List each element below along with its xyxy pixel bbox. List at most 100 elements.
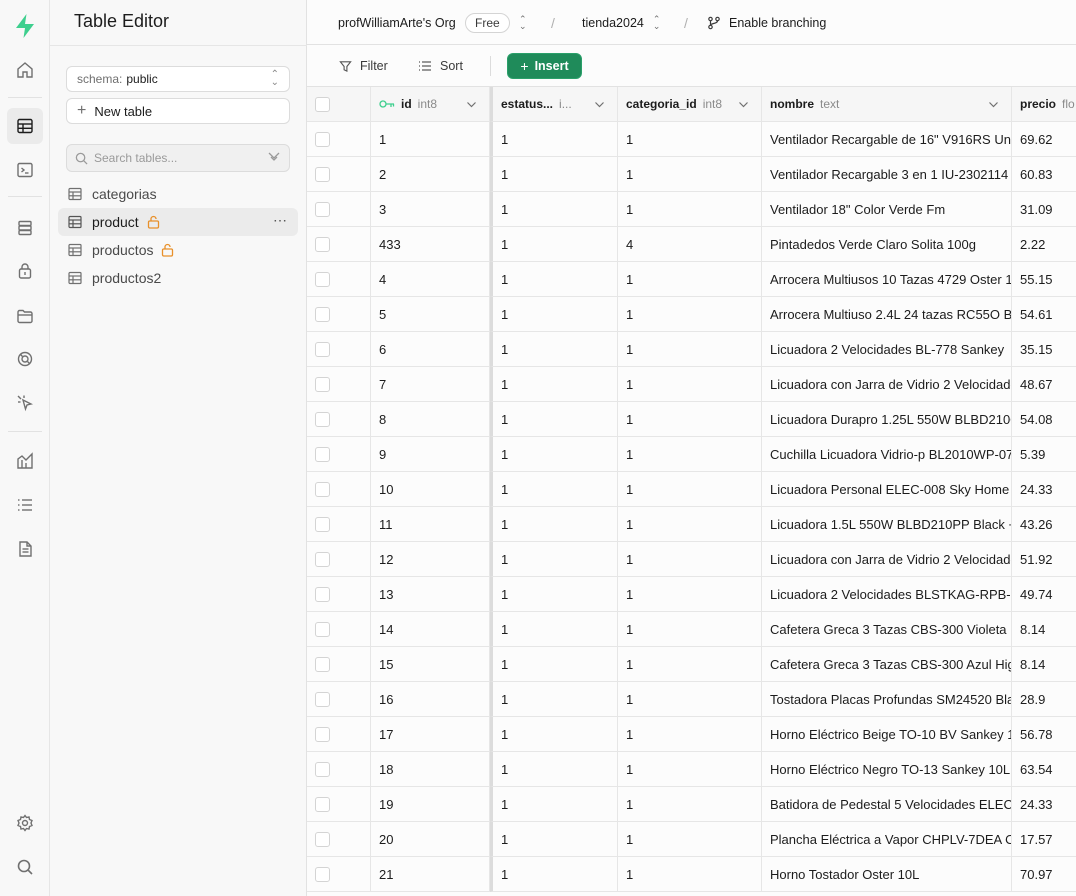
- filter-icon[interactable]: [267, 150, 281, 164]
- cell-id[interactable]: 2: [371, 157, 490, 192]
- cell-estatus[interactable]: 1: [490, 332, 618, 367]
- row-checkbox[interactable]: [315, 446, 330, 462]
- cell-id[interactable]: 20: [371, 822, 490, 857]
- cell-nombre[interactable]: Arrocera Multiuso 2.4L 24 tazas RC55O Bl…: [762, 297, 1012, 332]
- cell-id[interactable]: 3: [371, 192, 490, 227]
- cell-categoria-id[interactable]: 1: [618, 402, 762, 437]
- cell-nombre[interactable]: Tostadora Placas Profundas SM24520 Black: [762, 682, 1012, 717]
- column-header-precio[interactable]: precio flo: [1012, 87, 1076, 122]
- table-row[interactable]: 18 1 1 Horno Eléctrico Negro TO-13 Sankey 1…: [307, 752, 1076, 787]
- table-row[interactable]: 433 1 4 Pintadedos Verde Claro Solita 100g 2…: [307, 227, 1076, 262]
- cell-precio[interactable]: 28.9: [1012, 682, 1076, 717]
- row-checkbox[interactable]: [315, 236, 330, 252]
- more-options-icon[interactable]: ⋯: [273, 212, 288, 229]
- table-row[interactable]: 20 1 1 Plancha Eléctrica a Vapor CHPLV-7DEA…: [307, 822, 1076, 857]
- cell-categoria-id[interactable]: 1: [618, 297, 762, 332]
- cell-nombre[interactable]: Licuadora 1.5L 550W BLBD210PP Black + De…: [762, 507, 1012, 542]
- cell-precio[interactable]: 48.67: [1012, 367, 1076, 402]
- table-row[interactable]: 16 1 1 Tostadora Placas Profundas SM24520 B…: [307, 682, 1076, 717]
- cell-nombre[interactable]: Licuadora 2 Velocidades BLSTKAG-RPB-013: [762, 577, 1012, 612]
- table-row[interactable]: 2 1 1 Ventilador Recargable 3 en 1 IU-23021…: [307, 157, 1076, 192]
- table-row[interactable]: 4 1 1 Arrocera Multiusos 10 Tazas 4729 Oste…: [307, 262, 1076, 297]
- cell-nombre[interactable]: Pintadedos Verde Claro Solita 100g: [762, 227, 1012, 262]
- cell-estatus[interactable]: 1: [490, 437, 618, 472]
- table-row[interactable]: 19 1 1 Batidora de Pedestal 5 Velocidades E…: [307, 787, 1076, 822]
- table-row[interactable]: 1 1 1 Ventilador Recargable de 16" V916RS U…: [307, 122, 1076, 157]
- cell-id[interactable]: 8: [371, 402, 490, 437]
- cell-categoria-id[interactable]: 1: [618, 472, 762, 507]
- row-checkbox[interactable]: [315, 656, 330, 672]
- table-row[interactable]: 11 1 1 Licuadora 1.5L 550W BLBD210PP Black …: [307, 507, 1076, 542]
- cell-categoria-id[interactable]: 1: [618, 332, 762, 367]
- cell-id[interactable]: 17: [371, 717, 490, 752]
- search-icon[interactable]: [7, 849, 43, 885]
- cell-estatus[interactable]: 1: [490, 297, 618, 332]
- database-icon[interactable]: [7, 210, 43, 246]
- row-checkbox[interactable]: [315, 586, 330, 602]
- table-row[interactable]: 15 1 1 Cafetera Greca 3 Tazas CBS-300 Azul …: [307, 647, 1076, 682]
- row-checkbox[interactable]: [315, 726, 330, 742]
- org-switcher[interactable]: ⌃ ⌄: [519, 0, 527, 45]
- cell-precio[interactable]: 8.14: [1012, 647, 1076, 682]
- cell-id[interactable]: 21: [371, 857, 490, 892]
- sort-button[interactable]: Sort: [418, 53, 463, 79]
- cell-estatus[interactable]: 1: [490, 857, 618, 892]
- cell-nombre[interactable]: Cafetera Greca 3 Tazas CBS-300 Azul High…: [762, 647, 1012, 682]
- project-selector[interactable]: tienda2024 ⌃ ⌄: [582, 0, 660, 45]
- table-row[interactable]: 7 1 1 Licuadora con Jarra de Vidrio 2 Veloc…: [307, 367, 1076, 402]
- cell-id[interactable]: 5: [371, 297, 490, 332]
- row-checkbox[interactable]: [315, 516, 330, 532]
- row-checkbox[interactable]: [315, 166, 330, 182]
- cell-precio[interactable]: 54.08: [1012, 402, 1076, 437]
- cell-categoria-id[interactable]: 1: [618, 752, 762, 787]
- cell-id[interactable]: 15: [371, 647, 490, 682]
- table-item-productos[interactable]: productos: [58, 236, 298, 264]
- cell-precio[interactable]: 17.57: [1012, 822, 1076, 857]
- row-checkbox[interactable]: [315, 306, 330, 322]
- cell-categoria-id[interactable]: 4: [618, 227, 762, 262]
- cell-nombre[interactable]: Licuadora con Jarra de Vidrio 2 Velocida…: [762, 367, 1012, 402]
- cell-precio[interactable]: 24.33: [1012, 787, 1076, 822]
- cell-precio[interactable]: 8.14: [1012, 612, 1076, 647]
- cell-estatus[interactable]: 1: [490, 122, 618, 157]
- column-header-estatus[interactable]: estatus... i...: [490, 87, 618, 122]
- table-item-categorias[interactable]: categorias: [58, 180, 298, 208]
- cell-estatus[interactable]: 1: [490, 577, 618, 612]
- row-checkbox[interactable]: [315, 131, 330, 147]
- row-checkbox[interactable]: [315, 376, 330, 392]
- table-editor-icon[interactable]: [7, 108, 43, 144]
- cell-precio[interactable]: 60.83: [1012, 157, 1076, 192]
- cell-categoria-id[interactable]: 1: [618, 157, 762, 192]
- cell-estatus[interactable]: 1: [490, 542, 618, 577]
- cell-id[interactable]: 18: [371, 752, 490, 787]
- supabase-logo-icon[interactable]: [7, 8, 43, 44]
- cell-precio[interactable]: 54.61: [1012, 297, 1076, 332]
- org-selector[interactable]: profWilliamArte's Org: [338, 0, 456, 45]
- cell-precio[interactable]: 43.26: [1012, 507, 1076, 542]
- cell-categoria-id[interactable]: 1: [618, 822, 762, 857]
- reports-icon[interactable]: [7, 443, 43, 479]
- cell-precio[interactable]: 55.15: [1012, 262, 1076, 297]
- cell-estatus[interactable]: 1: [490, 682, 618, 717]
- cell-nombre[interactable]: Cuchilla Licuadora Vidrio-p BL2010WP-07: [762, 437, 1012, 472]
- row-checkbox[interactable]: [315, 691, 330, 707]
- row-checkbox[interactable]: [315, 341, 330, 357]
- cell-nombre[interactable]: Cafetera Greca 3 Tazas CBS-300 Violeta H…: [762, 612, 1012, 647]
- cell-precio[interactable]: 70.97: [1012, 857, 1076, 892]
- cell-estatus[interactable]: 1: [490, 612, 618, 647]
- cell-id[interactable]: 19: [371, 787, 490, 822]
- table-row[interactable]: 21 1 1 Horno Tostador Oster 10L 70.97: [307, 857, 1076, 892]
- table-item-product[interactable]: product ⋯: [58, 208, 298, 236]
- cell-nombre[interactable]: Horno Tostador Oster 10L: [762, 857, 1012, 892]
- cell-nombre[interactable]: Plancha Eléctrica a Vapor CHPLV-7DEA Ost…: [762, 822, 1012, 857]
- row-checkbox[interactable]: [315, 481, 330, 497]
- edge-functions-icon[interactable]: [7, 341, 43, 377]
- cell-nombre[interactable]: Ventilador 18" Color Verde Fm: [762, 192, 1012, 227]
- row-checkbox[interactable]: [315, 201, 330, 217]
- cell-id[interactable]: 14: [371, 612, 490, 647]
- cell-categoria-id[interactable]: 1: [618, 367, 762, 402]
- cell-id[interactable]: 10: [371, 472, 490, 507]
- cell-estatus[interactable]: 1: [490, 192, 618, 227]
- table-row[interactable]: 13 1 1 Licuadora 2 Velocidades BLSTKAG-RPB-…: [307, 577, 1076, 612]
- table-row[interactable]: 14 1 1 Cafetera Greca 3 Tazas CBS-300 Viole…: [307, 612, 1076, 647]
